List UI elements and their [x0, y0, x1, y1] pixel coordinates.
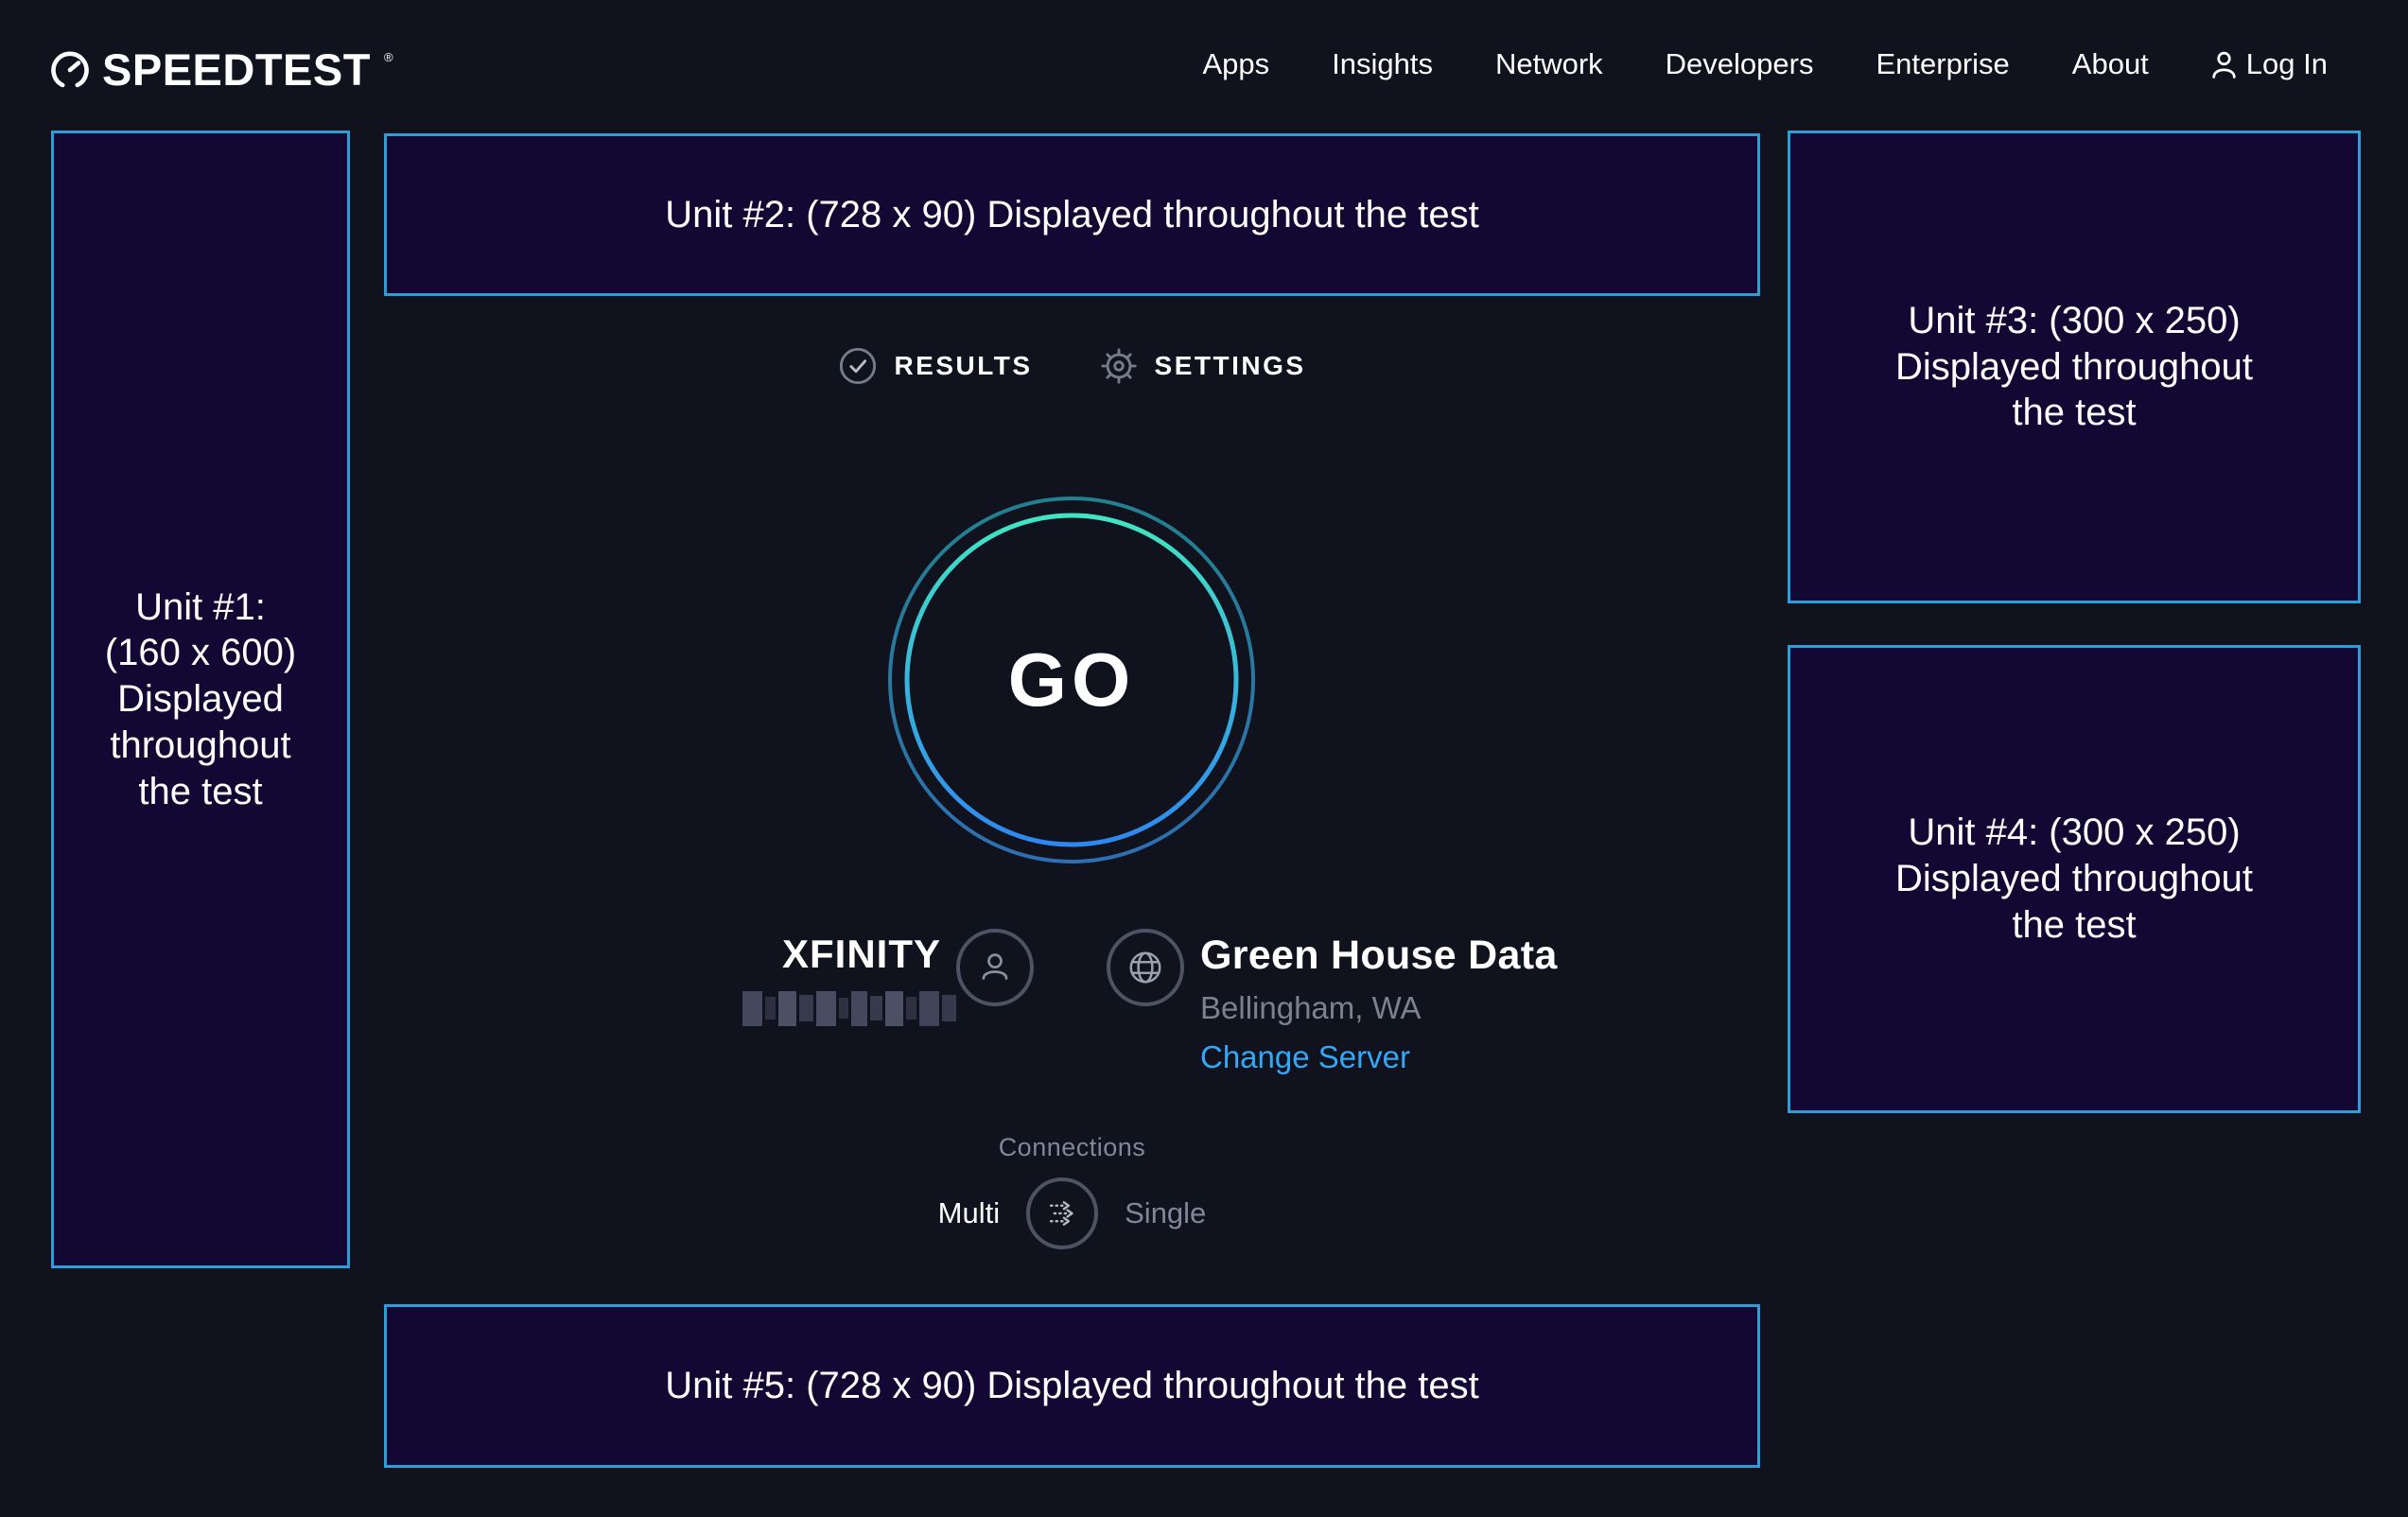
go-button[interactable]: GO — [887, 496, 1256, 864]
multi-connections-arrows-icon — [1041, 1193, 1083, 1234]
ad-unit-2-text: Unit #2: (728 x 90) Displayed throughout… — [665, 192, 1479, 238]
isp-ip-redacted — [742, 991, 956, 1026]
person-icon — [975, 948, 1015, 987]
tab-settings-label: SETTINGS — [1155, 351, 1306, 381]
speedometer-gauge-icon — [51, 51, 89, 89]
ad-unit-4-text: Unit #4: (300 x 250) Displayed throughou… — [1895, 810, 2253, 948]
nav-item-network[interactable]: Network — [1495, 47, 1603, 81]
change-server-link[interactable]: Change Server — [1200, 1039, 1410, 1075]
connections-label: Connections — [384, 1133, 1760, 1162]
login-button[interactable]: Log In — [2211, 47, 2328, 81]
speedtest-page: SPEEDTEST ® Apps Insights Network Develo… — [0, 0, 2408, 1517]
view-tabs: RESULTS — [384, 346, 1760, 386]
connections-multi-option[interactable]: Multi — [938, 1196, 1000, 1230]
nav-item-about[interactable]: About — [2072, 47, 2149, 81]
user-icon — [2211, 50, 2237, 78]
check-circle-icon — [838, 346, 878, 386]
tab-results-label: RESULTS — [894, 351, 1032, 381]
server-globe-badge — [1107, 929, 1184, 1006]
isp-avatar — [956, 929, 1034, 1006]
main-nav: Apps Insights Network Developers Enterpr… — [1202, 17, 2328, 112]
nav-item-insights[interactable]: Insights — [1332, 47, 1433, 81]
ad-unit-2-leaderboard: Unit #2: (728 x 90) Displayed throughout… — [384, 133, 1760, 296]
ad-unit-3-text: Unit #3: (300 x 250) Displayed throughou… — [1895, 298, 2253, 436]
connections-toggle-button[interactable] — [1026, 1177, 1098, 1249]
nav-item-enterprise[interactable]: Enterprise — [1876, 47, 2009, 81]
gear-icon — [1099, 346, 1139, 386]
connections-toggle: Multi Single — [384, 1177, 1760, 1249]
ad-unit-1-skyscraper: Unit #1: (160 x 600) Displayed throughou… — [51, 131, 350, 1268]
go-button-label: GO — [887, 496, 1256, 864]
ad-unit-5-leaderboard: Unit #5: (728 x 90) Displayed throughout… — [384, 1304, 1760, 1468]
ad-unit-4-rectangle: Unit #4: (300 x 250) Displayed throughou… — [1788, 645, 2361, 1113]
tab-settings[interactable]: SETTINGS — [1099, 346, 1306, 386]
isp-name[interactable]: XFINITY — [747, 932, 941, 977]
server-name: Green House Data — [1200, 933, 1558, 979]
nav-item-developers[interactable]: Developers — [1666, 47, 1814, 81]
brand-name: SPEEDTEST — [102, 49, 371, 91]
registered-mark: ® — [384, 51, 393, 63]
speedtest-logo[interactable]: SPEEDTEST ® — [51, 49, 393, 91]
login-label: Log In — [2246, 47, 2328, 81]
ad-unit-3-rectangle: Unit #3: (300 x 250) Displayed throughou… — [1788, 131, 2361, 603]
tab-results[interactable]: RESULTS — [838, 346, 1032, 386]
ad-unit-5-text: Unit #5: (728 x 90) Displayed throughout… — [665, 1363, 1479, 1409]
connections-single-option[interactable]: Single — [1125, 1196, 1206, 1230]
nav-item-apps[interactable]: Apps — [1202, 47, 1269, 81]
server-location: Bellingham, WA — [1200, 990, 1422, 1026]
ad-unit-1-text: Unit #1: (160 x 600) Displayed throughou… — [105, 584, 296, 815]
globe-icon — [1125, 948, 1165, 987]
